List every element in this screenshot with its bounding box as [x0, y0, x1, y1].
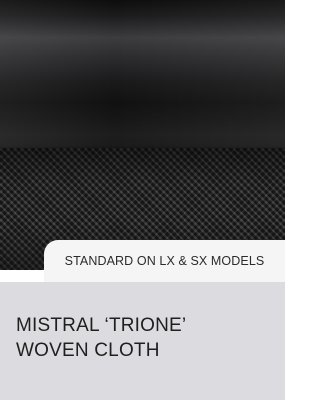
product-title-line-2: WOVEN CLOTH — [16, 340, 160, 361]
cloth-sheen — [0, 0, 285, 155]
woven-cloth-photo — [0, 0, 285, 270]
product-title-line-1: MISTRAL ‘TRIONE’ — [16, 315, 187, 336]
product-title: MISTRAL ‘TRIONE’ WOVEN CLOTH — [16, 313, 276, 363]
availability-badge-label: STANDARD ON LX & SX MODELS — [64, 254, 265, 268]
title-panel: MISTRAL ‘TRIONE’ WOVEN CLOTH — [0, 282, 285, 400]
availability-badge: STANDARD ON LX & SX MODELS — [44, 240, 285, 282]
product-card: STANDARD ON LX & SX MODELS MISTRAL ‘TRIO… — [0, 0, 285, 400]
